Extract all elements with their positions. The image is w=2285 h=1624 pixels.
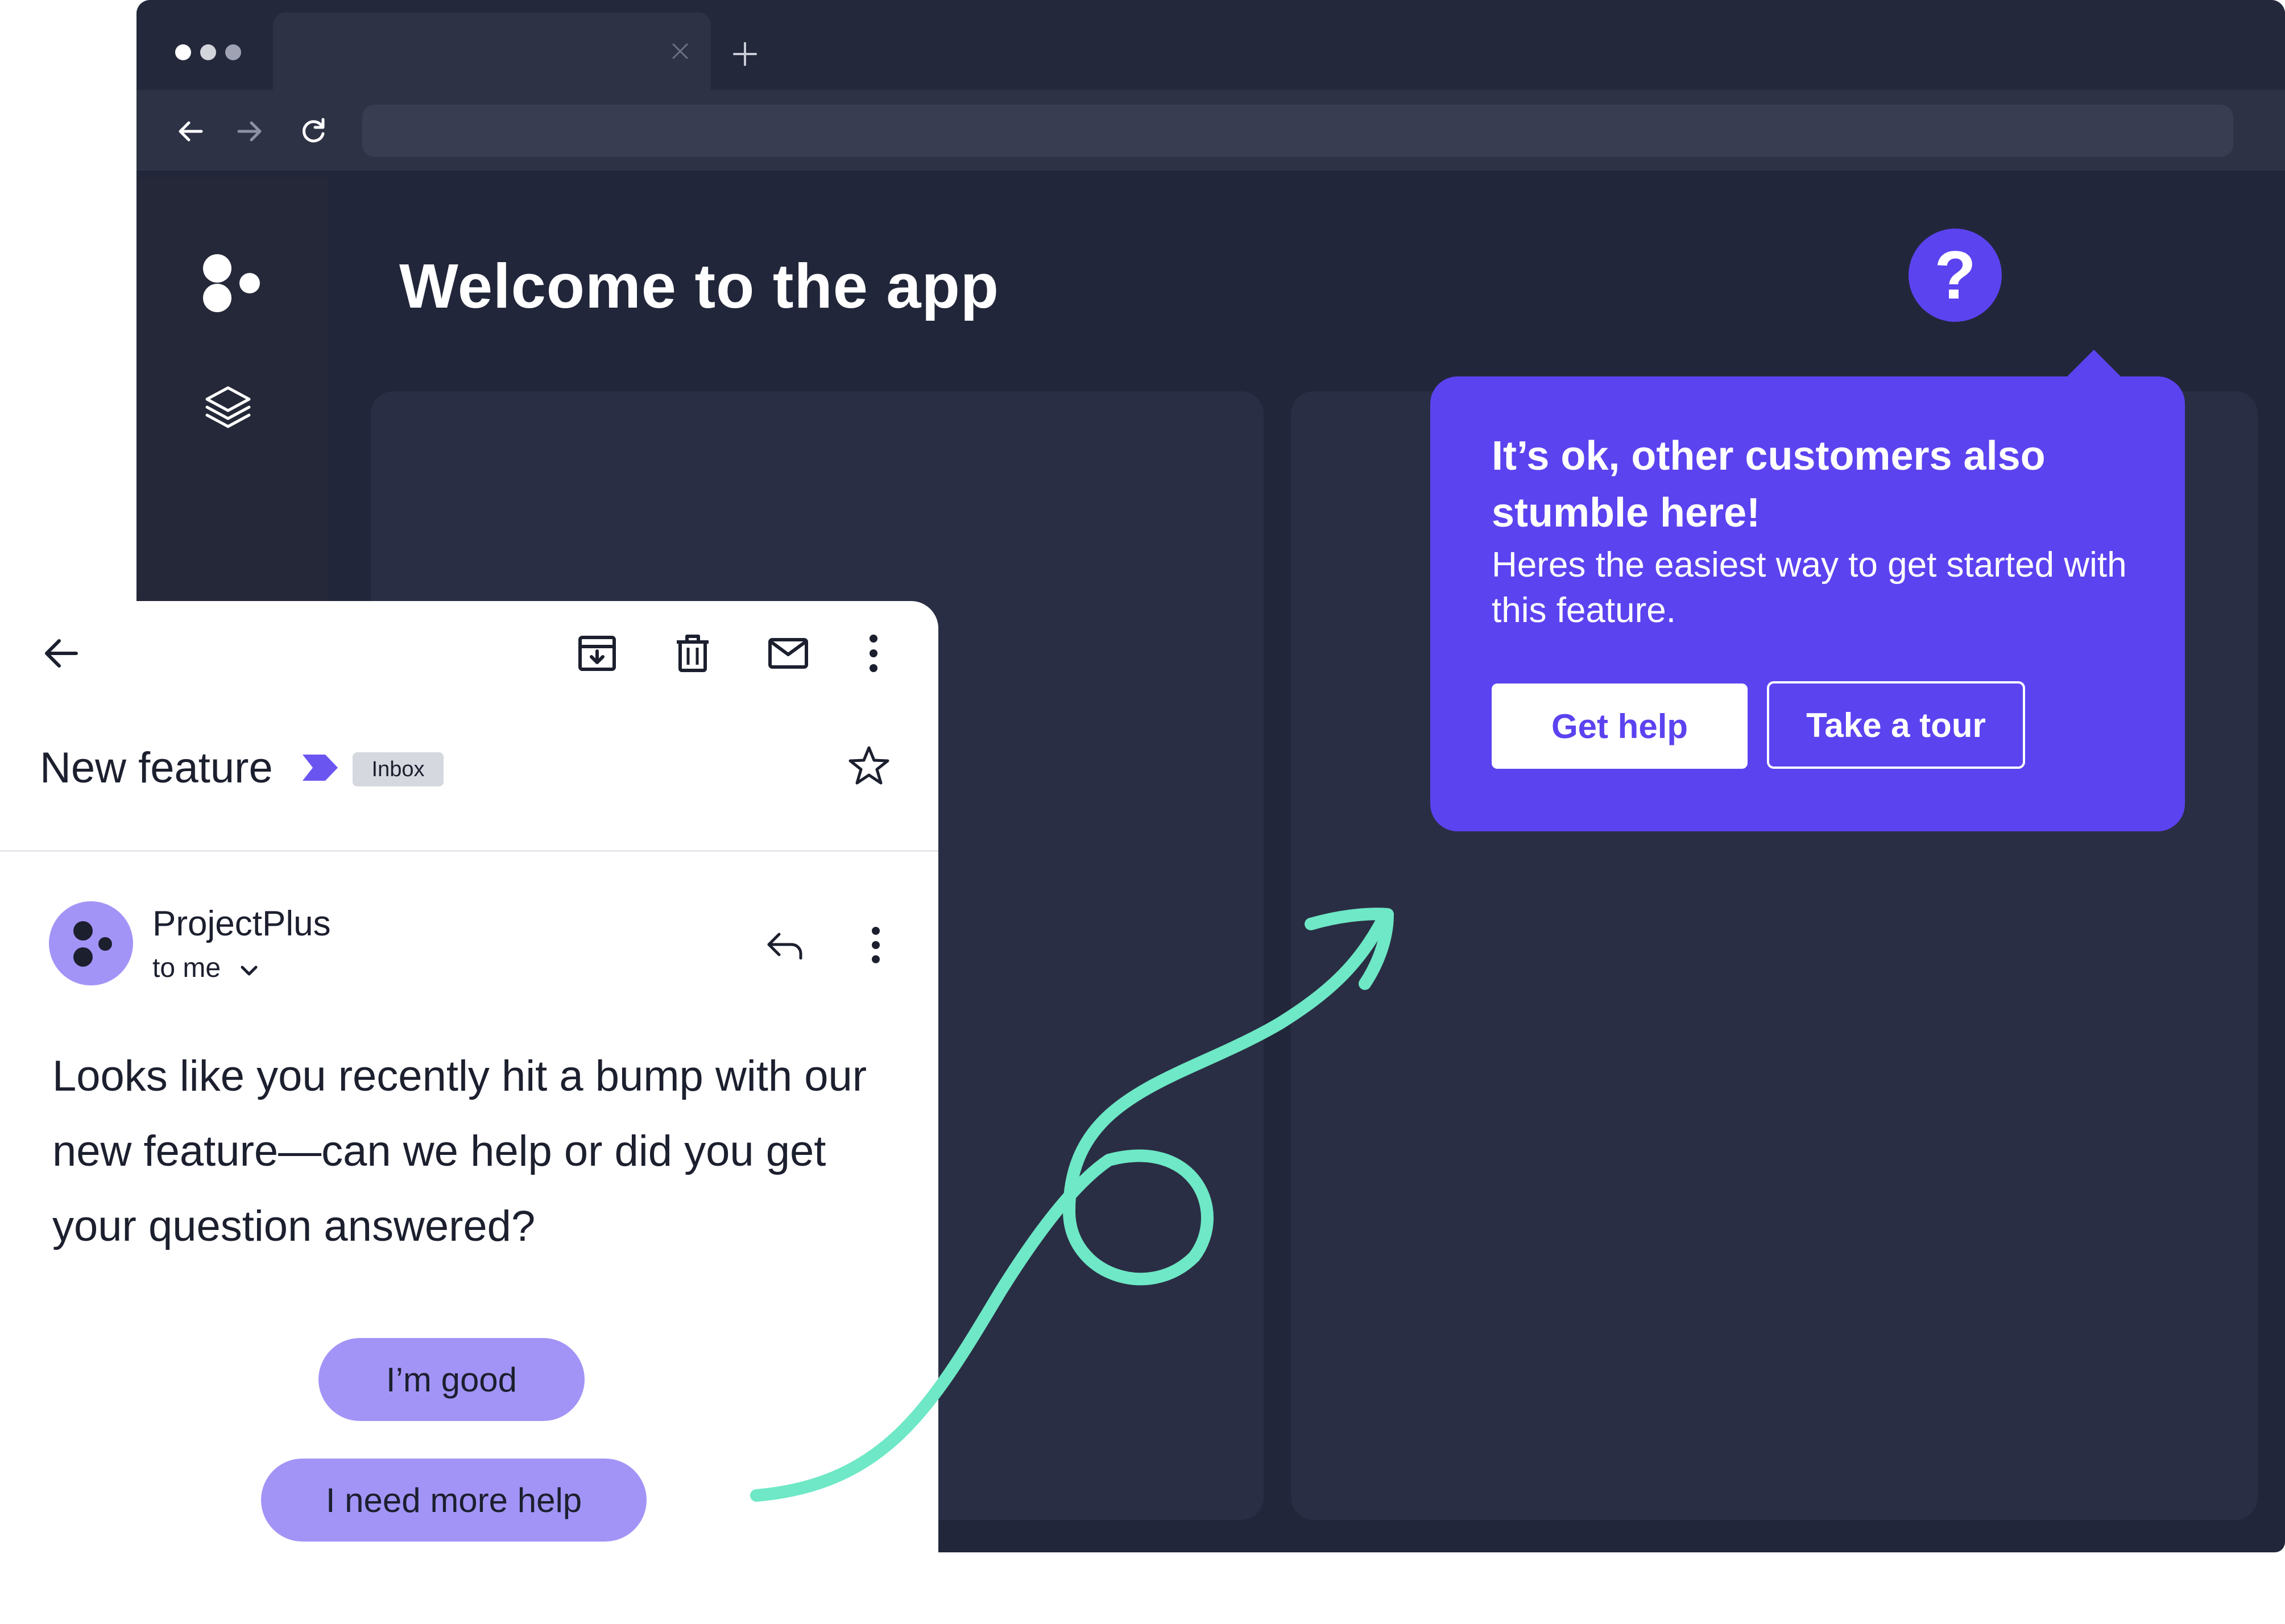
get-help-button[interactable]: Get help bbox=[1492, 683, 1748, 769]
more-vertical-icon[interactable] bbox=[862, 632, 885, 675]
help-button[interactable]: ? bbox=[1909, 229, 2002, 322]
help-popover: It’s ok, other customers also stumble he… bbox=[1430, 376, 2185, 831]
chevron-down-icon[interactable] bbox=[239, 960, 259, 981]
more-vertical-icon[interactable] bbox=[864, 923, 887, 967]
window-maximize-dot[interactable] bbox=[225, 44, 241, 60]
forward-icon[interactable] bbox=[233, 115, 266, 148]
window-close-dot[interactable] bbox=[175, 44, 191, 60]
inbox-label-badge[interactable]: Inbox bbox=[353, 752, 444, 786]
page-title: Welcome to the app bbox=[399, 251, 999, 321]
back-arrow-icon[interactable] bbox=[40, 632, 83, 675]
email-body: Looks like you recently hit a bump with … bbox=[52, 1052, 867, 1250]
trash-icon[interactable] bbox=[671, 632, 714, 675]
layers-icon[interactable] bbox=[202, 382, 254, 433]
header-divider bbox=[0, 850, 938, 852]
logo-icon bbox=[73, 921, 112, 967]
window-minimize-dot[interactable] bbox=[200, 44, 216, 60]
browser-tab[interactable] bbox=[273, 13, 711, 90]
recipient-line: to me bbox=[152, 953, 221, 983]
take-tour-button[interactable]: Take a tour bbox=[1767, 681, 2025, 769]
mail-icon[interactable] bbox=[767, 632, 810, 675]
star-icon[interactable] bbox=[846, 743, 892, 789]
email-subject: New feature bbox=[40, 744, 273, 792]
im-good-button[interactable]: I’m good bbox=[318, 1338, 585, 1421]
sender-avatar bbox=[49, 901, 133, 985]
popover-title: It’s ok, other customers also stumble he… bbox=[1492, 433, 2046, 536]
reply-icon[interactable] bbox=[762, 923, 806, 967]
important-label-icon bbox=[303, 755, 338, 781]
browser-tab-bar bbox=[136, 0, 2285, 90]
browser-nav-bar bbox=[136, 90, 2285, 171]
new-tab-icon[interactable] bbox=[731, 40, 759, 68]
back-icon[interactable] bbox=[174, 115, 207, 148]
email-panel: New feature Inbox ProjectPlus to me Look… bbox=[0, 601, 938, 1624]
logo-icon[interactable] bbox=[202, 251, 264, 314]
need-more-help-button[interactable]: I need more help bbox=[261, 1459, 647, 1542]
reload-icon[interactable] bbox=[297, 115, 330, 148]
popover-description: Heres the easiest way to get started wit… bbox=[1492, 545, 2127, 630]
address-bar[interactable] bbox=[362, 105, 2233, 157]
close-tab-icon[interactable] bbox=[669, 40, 692, 63]
window-controls bbox=[175, 44, 241, 60]
archive-icon[interactable] bbox=[576, 632, 619, 675]
sender-name: ProjectPlus bbox=[152, 904, 331, 943]
popover-caret bbox=[2064, 350, 2123, 379]
